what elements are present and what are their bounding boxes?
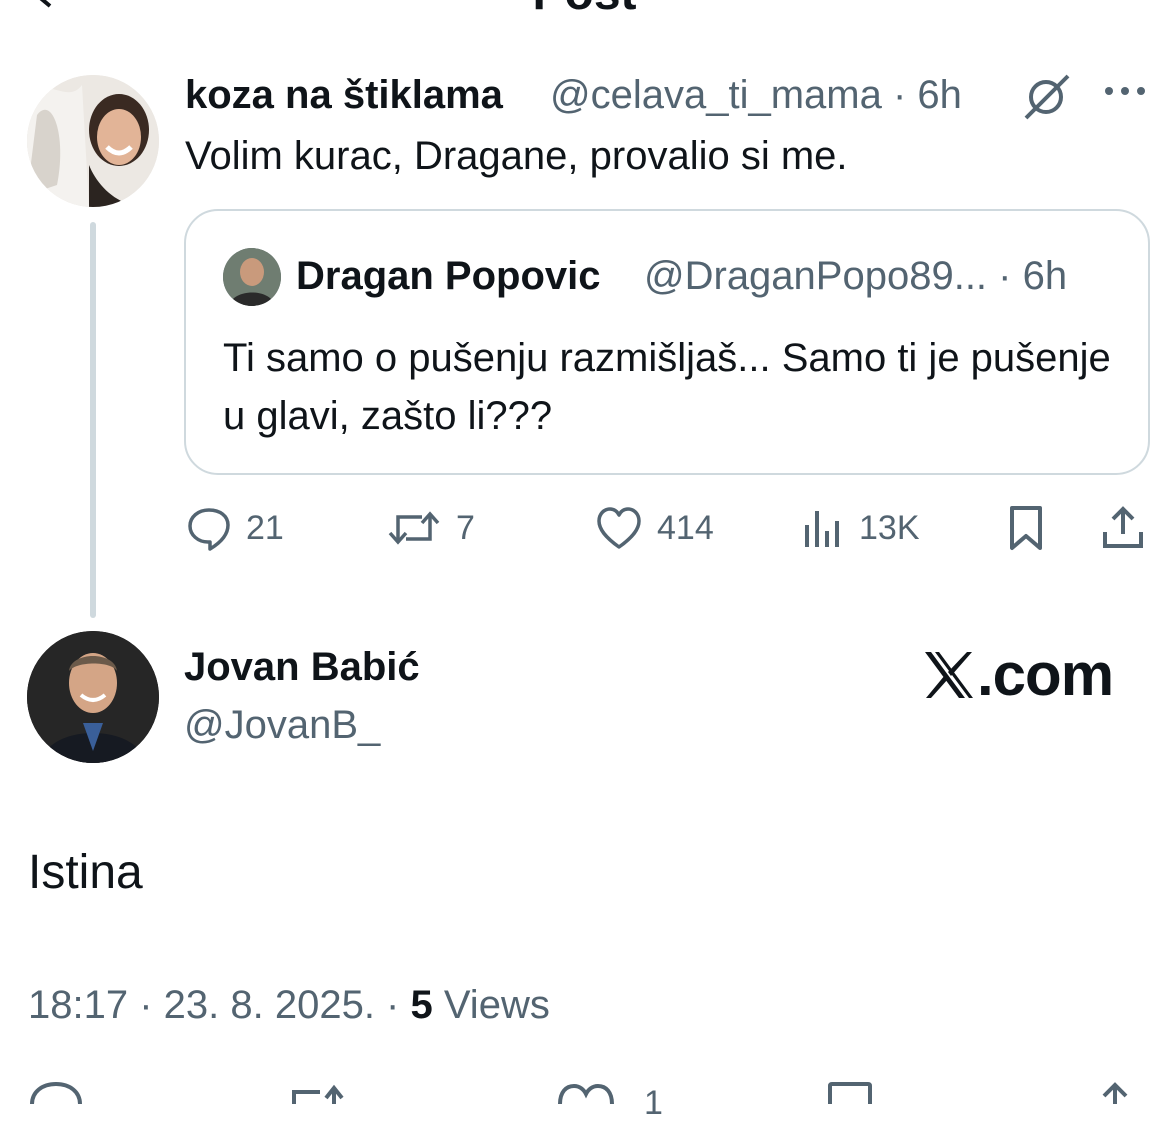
bookmark-icon[interactable] bbox=[826, 1080, 874, 1104]
thread-line bbox=[90, 222, 96, 618]
timestamp: 18:17 · 23. 8. 2025. · bbox=[28, 983, 411, 1027]
views-button[interactable]: 13K bbox=[801, 505, 920, 551]
heart-icon bbox=[595, 505, 643, 551]
reply-text: Istina bbox=[28, 846, 143, 899]
quoted-tweet-text: Ti samo o pušenju razmišljaš... Samo ti … bbox=[223, 336, 1111, 438]
heart-icon[interactable] bbox=[556, 1080, 616, 1104]
x-watermark: .com bbox=[921, 640, 1114, 709]
reply-icon[interactable] bbox=[28, 1080, 84, 1104]
like-button[interactable]: 414 bbox=[595, 505, 714, 551]
repost-icon bbox=[386, 505, 442, 551]
reply-button[interactable]: 21 bbox=[186, 505, 284, 551]
reply-count: 21 bbox=[246, 508, 284, 547]
page-title: Post bbox=[0, 0, 1169, 21]
author-handle-time[interactable]: @celava_ti_mama · 6h bbox=[550, 73, 962, 118]
watermark-text: .com bbox=[977, 641, 1114, 708]
share-icon[interactable] bbox=[1090, 1080, 1140, 1104]
avatar[interactable] bbox=[27, 631, 159, 763]
views-label[interactable]: Views bbox=[433, 983, 550, 1027]
author-name[interactable]: koza na štiklama bbox=[185, 73, 503, 118]
quoted-author-name[interactable]: Dragan Popovic bbox=[296, 254, 601, 299]
repost-count: 7 bbox=[456, 508, 475, 547]
quoted-avatar[interactable] bbox=[223, 248, 281, 306]
x-logo-icon bbox=[921, 650, 977, 700]
more-options-icon[interactable] bbox=[1103, 84, 1147, 98]
views-icon bbox=[801, 505, 845, 551]
like-count: 414 bbox=[657, 508, 714, 547]
repost-button[interactable]: 7 bbox=[386, 505, 475, 551]
bookmark-icon[interactable] bbox=[1006, 504, 1046, 552]
views-count: 13K bbox=[859, 508, 920, 547]
views-number: 5 bbox=[410, 983, 433, 1027]
reply-author-handle[interactable]: @JovanB_ bbox=[184, 703, 380, 748]
share-icon[interactable] bbox=[1100, 504, 1146, 552]
avatar[interactable] bbox=[27, 75, 159, 207]
reply-author-name[interactable]: Jovan Babić bbox=[184, 645, 420, 690]
repost-icon[interactable] bbox=[286, 1080, 346, 1104]
grok-icon[interactable] bbox=[1020, 72, 1074, 122]
post-meta: 18:17 · 23. 8. 2025. · 5 Views bbox=[28, 983, 550, 1028]
tweet-text: Volim kurac, Dragane, provalio si me. bbox=[185, 134, 848, 178]
quoted-handle-time[interactable]: @DraganPopo89... · 6h bbox=[644, 254, 1067, 299]
reply-icon bbox=[186, 505, 232, 551]
